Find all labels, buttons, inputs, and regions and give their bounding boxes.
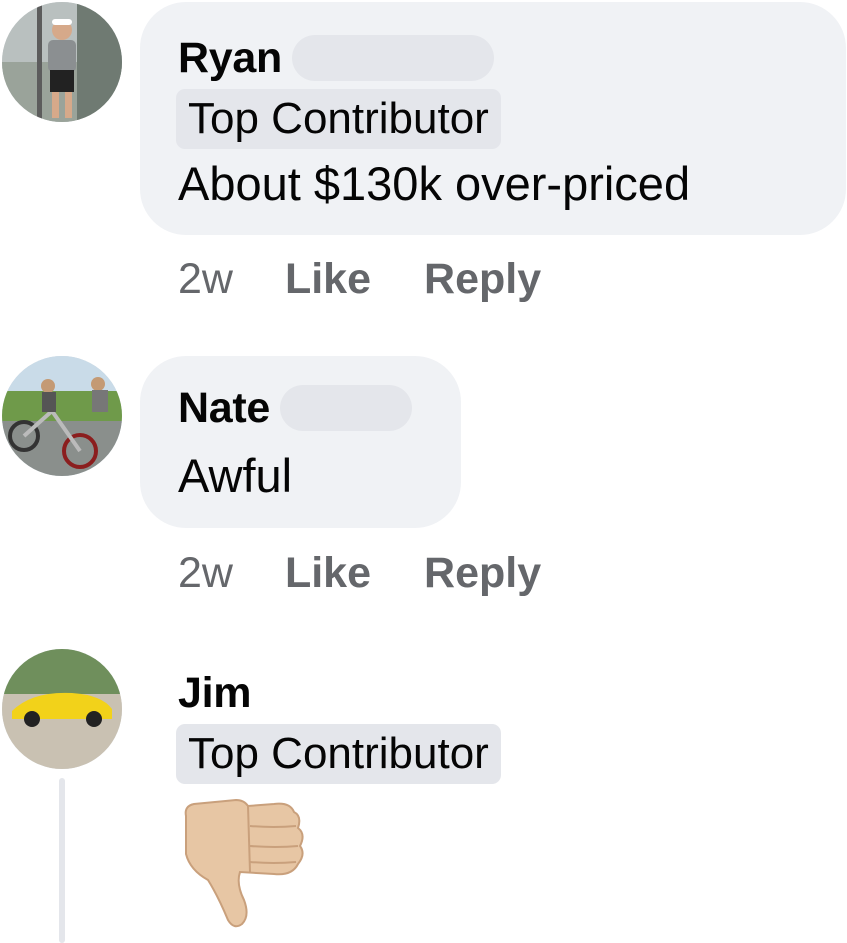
avatar-image	[2, 649, 122, 769]
thread-line	[59, 778, 65, 943]
comment-timestamp[interactable]: 2w	[178, 255, 233, 304]
top-contributor-badge: Top Contributor	[176, 89, 501, 149]
comment-author[interactable]: Ryan	[178, 33, 282, 83]
comment-text: About $130k over-priced	[178, 157, 691, 210]
comment-text: Awful	[178, 449, 293, 502]
comment-author[interactable]: Jim	[178, 668, 252, 718]
comment-author[interactable]: Nate	[178, 383, 270, 433]
comment-timestamp[interactable]: 2w	[178, 549, 233, 598]
redacted-surname	[291, 35, 494, 81]
avatar-jim[interactable]	[2, 649, 122, 769]
avatar-nate[interactable]	[2, 356, 122, 476]
comment-bubble: Ryan Top Contributor About $130k over-pr…	[140, 2, 846, 235]
like-button[interactable]: Like	[285, 255, 371, 304]
avatar-ryan[interactable]	[2, 2, 122, 122]
thumbs-down-emoji-icon	[184, 798, 304, 928]
top-contributor-badge: Top Contributor	[176, 724, 501, 784]
comment-author-row: Nate	[178, 383, 413, 433]
avatar-image	[2, 2, 122, 122]
comment-bubble: Nate Awful	[140, 356, 461, 528]
reply-button[interactable]: Reply	[424, 549, 541, 598]
avatar-image	[2, 356, 122, 476]
comment-author-row: Jim	[178, 668, 252, 718]
comment-author-row: Ryan	[178, 33, 494, 83]
redacted-surname	[280, 385, 413, 431]
like-button[interactable]: Like	[285, 549, 371, 598]
comment-actions: 2w Like Reply	[178, 255, 541, 304]
reply-button[interactable]: Reply	[424, 255, 541, 304]
comment-actions: 2w Like Reply	[178, 549, 541, 598]
